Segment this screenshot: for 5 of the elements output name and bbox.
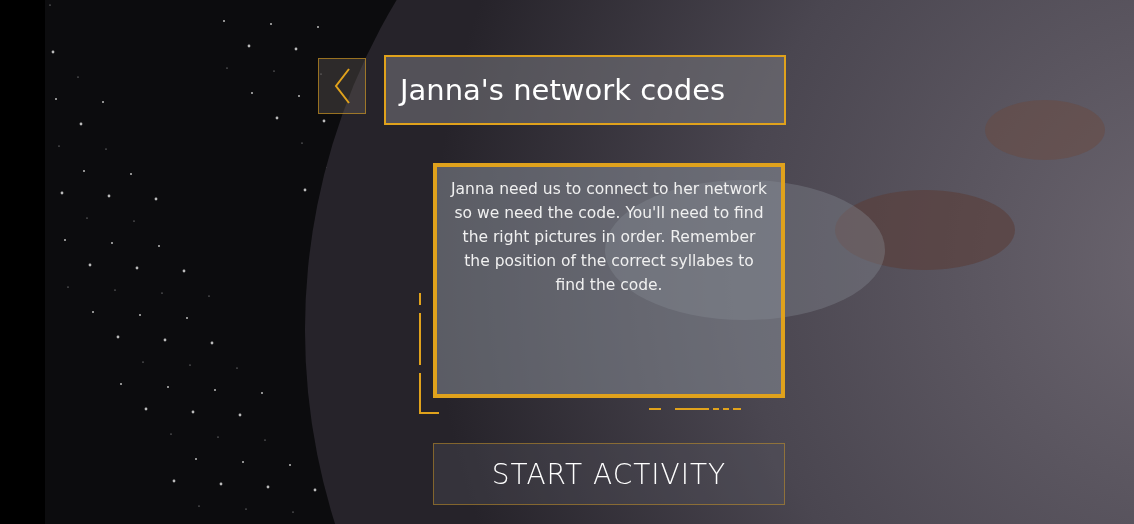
description-text: Janna need us to connect to her network so we need the code. You'll need to find the right pictures in order. Remember the position of the correct syllabes to find the code.	[451, 179, 767, 296]
screen-title: Janna's network codes	[384, 55, 786, 125]
start-activity-button[interactable]: START ACTIVITY	[433, 443, 785, 505]
back-button[interactable]	[318, 58, 366, 114]
chevron-left-icon	[333, 67, 351, 105]
